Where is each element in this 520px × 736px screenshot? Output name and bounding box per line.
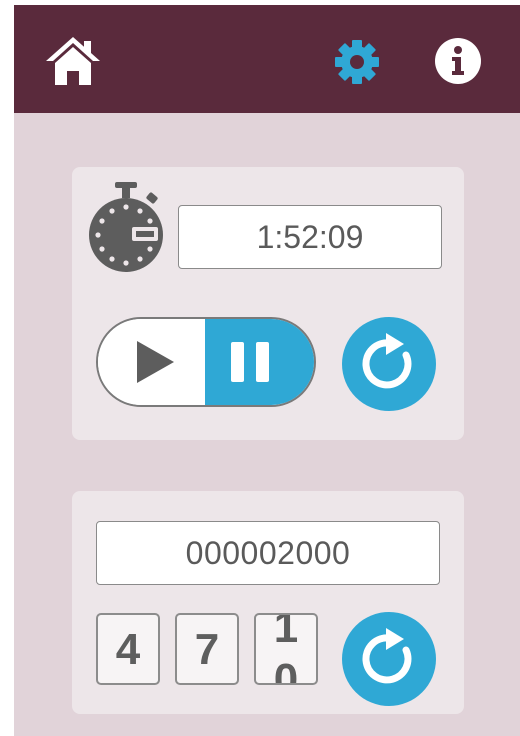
- digit-value-top: 1: [273, 613, 299, 652]
- play-icon: [137, 341, 174, 383]
- play-button[interactable]: [98, 319, 205, 405]
- home-icon[interactable]: [44, 35, 102, 87]
- reset-counter-button[interactable]: [342, 612, 436, 706]
- count-display: 000002000: [96, 521, 440, 585]
- digit-value: 7: [194, 625, 220, 674]
- info-icon[interactable]: [434, 37, 482, 85]
- digit-value-bottom: 0: [273, 655, 299, 685]
- digit-roller-2[interactable]: 7: [175, 613, 239, 685]
- refresh-icon: [362, 333, 412, 389]
- app-window: 1:52:09 000002000 4 7 1 0: [14, 5, 520, 736]
- reset-timer-button[interactable]: [342, 317, 436, 411]
- refresh-icon: [362, 628, 412, 684]
- digit-roller-1[interactable]: 4: [96, 613, 160, 685]
- gear-icon[interactable]: [334, 39, 380, 85]
- time-display: 1:52:09: [178, 205, 442, 269]
- timer-card: 1:52:09: [72, 167, 464, 440]
- stopwatch-icon: [87, 182, 165, 274]
- pause-button[interactable]: [205, 319, 314, 405]
- digit-roller-3[interactable]: 1 0: [254, 613, 318, 685]
- pause-icon: [231, 342, 269, 382]
- play-pause-toggle[interactable]: [96, 317, 316, 407]
- counter-card: 000002000 4 7 1 0: [72, 491, 464, 714]
- header-bar: [14, 5, 520, 113]
- digit-value: 4: [115, 625, 141, 674]
